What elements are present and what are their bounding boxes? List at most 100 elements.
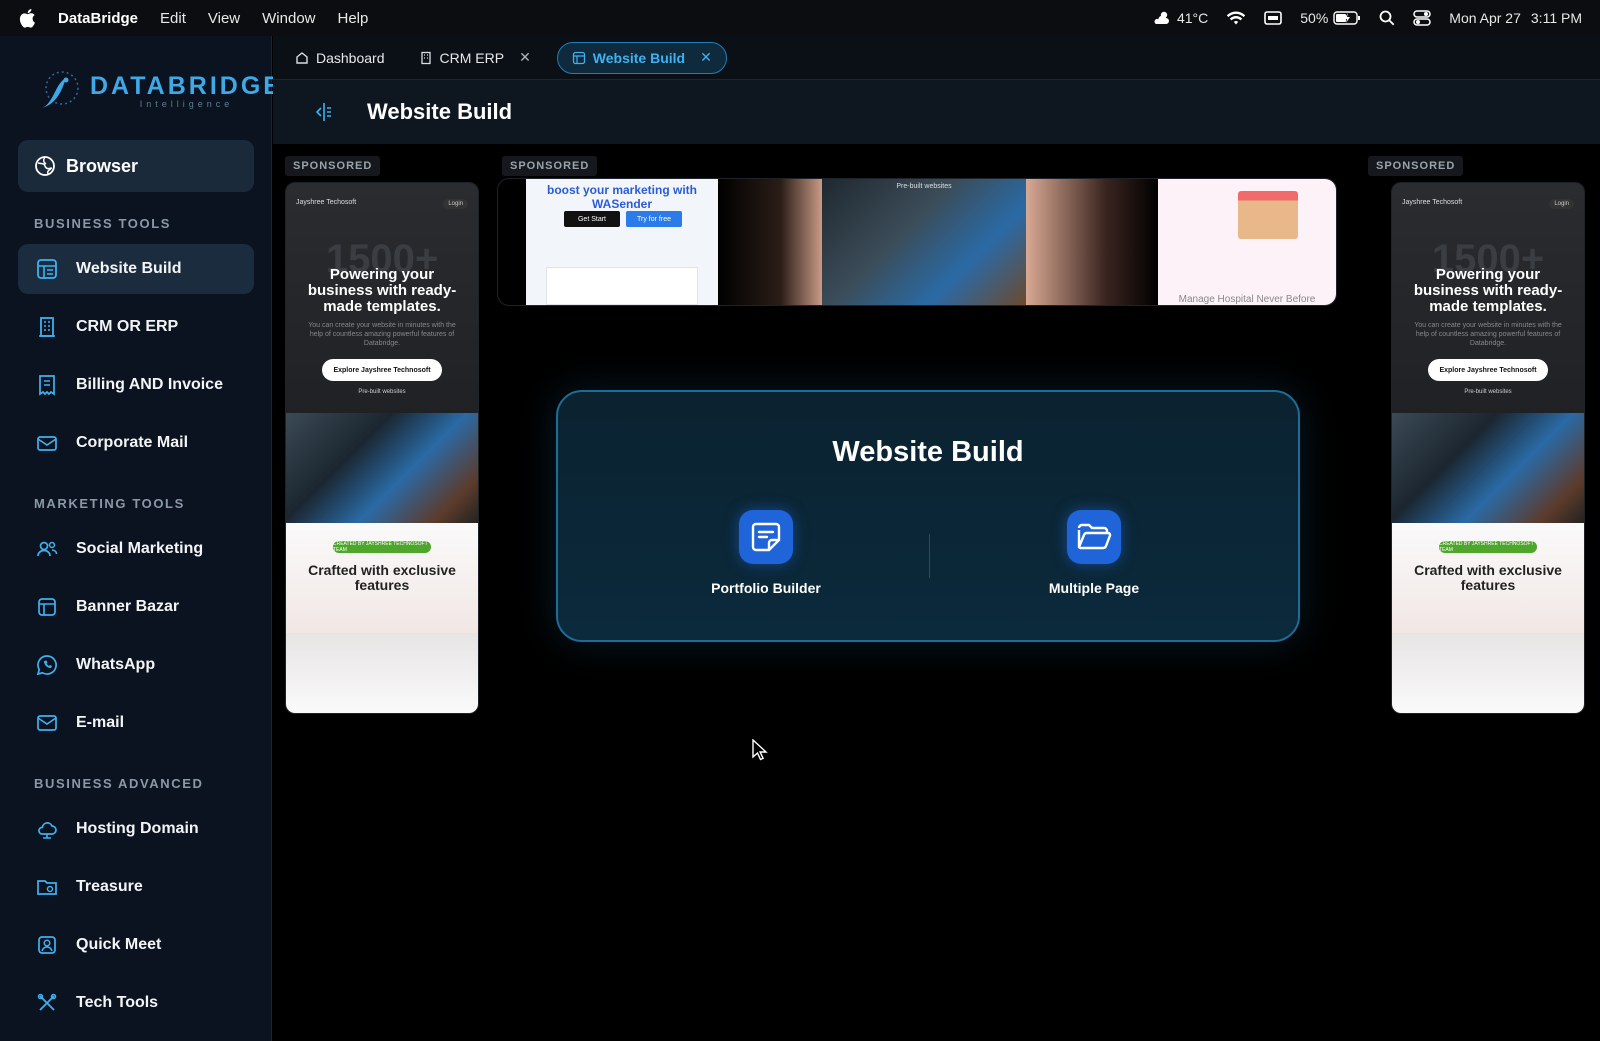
sponsored-ad-right[interactable]: Jayshree Techosoft Login 1500+ Powering … bbox=[1391, 182, 1585, 714]
apple-icon[interactable] bbox=[18, 8, 36, 28]
sponsored-label: SPONSORED bbox=[1368, 156, 1464, 176]
sidebar-item-tech-tools[interactable]: Tech Tools bbox=[18, 978, 254, 1028]
sidebar-item-corporate-mail[interactable]: Corporate Mail bbox=[18, 418, 254, 468]
menu-bar: DataBridge Edit View Window Help 41°C 50… bbox=[0, 0, 1600, 36]
ad-brand: Jayshree Techosoft bbox=[1402, 199, 1463, 206]
menubar-date[interactable]: Mon Apr 27 bbox=[1449, 10, 1521, 26]
ad-crafted: Crafted with exclusive features bbox=[308, 562, 456, 593]
cloud-icon bbox=[38, 822, 57, 839]
sidebar-item-label: WhatsApp bbox=[76, 656, 156, 673]
mail-open-icon bbox=[37, 436, 57, 451]
card-title: Website Build bbox=[832, 436, 1024, 468]
app-logo[interactable]: DATABRIDGE Intelligence bbox=[36, 68, 283, 114]
databridge-logo-icon bbox=[42, 71, 79, 108]
sidebar-item-billing-invoice[interactable]: Billing AND Invoice bbox=[18, 360, 254, 410]
sidebar-item-hosting-domain[interactable]: Hosting Domain bbox=[18, 804, 254, 854]
ad-cta-button[interactable]: Explore Jayshree Technosoft bbox=[322, 359, 442, 381]
sidebar-item-label: Tech Tools bbox=[76, 994, 159, 1011]
ad-subtext: You can create your website in minutes w… bbox=[1414, 322, 1562, 347]
sidebar-item-website-build[interactable]: Website Build bbox=[18, 244, 254, 294]
sidebar-item-label: Billing AND Invoice bbox=[76, 376, 223, 393]
ad-image bbox=[1392, 413, 1584, 523]
sidebar-item-label: CRM OR ERP bbox=[76, 318, 179, 335]
website-build-card: Website Build Portfolio Builder Multiple… bbox=[556, 390, 1300, 642]
close-icon[interactable]: ✕ bbox=[700, 49, 712, 66]
sidebar-item-label: Quick Meet bbox=[76, 936, 162, 953]
collapse-sidebar-icon[interactable] bbox=[313, 101, 335, 123]
users-icon bbox=[37, 541, 58, 557]
battery-percent: 50% bbox=[1300, 10, 1329, 26]
tab-crm-erp[interactable]: CRM ERP ✕ bbox=[411, 42, 539, 74]
ad-crafted: Crafted with exclusive features bbox=[1414, 562, 1562, 593]
battery-charging-icon bbox=[1333, 11, 1361, 25]
layout-icon bbox=[572, 51, 585, 64]
menu-view[interactable]: View bbox=[208, 10, 240, 27]
hospital-building-icon bbox=[1238, 191, 1298, 239]
battery-status[interactable]: 50% bbox=[1300, 10, 1361, 26]
ad-prebuilt: Pre-built websites bbox=[358, 389, 406, 395]
sidebar-item-email[interactable]: E-mail bbox=[18, 698, 254, 748]
menu-window[interactable]: Window bbox=[262, 10, 315, 27]
ad-prebuilt: Pre-built websites bbox=[1464, 389, 1512, 395]
sidebar-item-banner-bazar[interactable]: Banner Bazar bbox=[18, 582, 254, 632]
sidebar-item-label: E-mail bbox=[76, 714, 125, 731]
tab-label: CRM ERP bbox=[439, 49, 505, 66]
sponsored-ad-left[interactable]: Jayshree Techosoft Login 1500+ Powering … bbox=[285, 182, 479, 714]
layout-icon bbox=[37, 259, 57, 279]
weather-status[interactable]: 41°C bbox=[1152, 10, 1208, 26]
globe-icon bbox=[35, 156, 55, 176]
close-icon[interactable]: ✕ bbox=[519, 49, 531, 66]
ad-headline: Powering your business with ready-made t… bbox=[1413, 266, 1563, 315]
sidebar-item-quick-meet[interactable]: Quick Meet bbox=[18, 920, 254, 970]
multiple-page-option[interactable]: Multiple Page bbox=[1004, 510, 1184, 596]
document-icon bbox=[739, 510, 793, 564]
wifi-icon[interactable] bbox=[1226, 10, 1246, 26]
sidebar-item-label: Treasure bbox=[76, 878, 143, 895]
tab-dashboard[interactable]: Dashboard bbox=[287, 42, 393, 74]
ad-hand-image bbox=[718, 179, 822, 305]
cloud-sun-icon bbox=[1154, 11, 1169, 24]
ad-badge: CREATED BY JAYSHREE TECHNOSOFT TEAM bbox=[1439, 541, 1537, 553]
search-icon[interactable] bbox=[1379, 10, 1395, 26]
ad-finger-image bbox=[1026, 179, 1158, 305]
sidebar-item-crm-erp[interactable]: CRM OR ERP bbox=[18, 302, 254, 352]
menu-help[interactable]: Help bbox=[338, 10, 369, 27]
display-icon[interactable] bbox=[1264, 11, 1283, 25]
ad-brand: Jayshree Techosoft bbox=[296, 199, 357, 206]
ad-badge: CREATED BY JAYSHREE TECHNOSOFT TEAM bbox=[333, 541, 431, 553]
invoice-icon bbox=[39, 375, 55, 396]
page-header: Website Build bbox=[273, 80, 1600, 144]
option-label: Multiple Page bbox=[1048, 580, 1140, 596]
ad-hospital-text: Manage Hospital Never Before bbox=[1178, 294, 1316, 305]
logo-tagline: Intelligence bbox=[139, 99, 234, 109]
ad-subtext: You can create your website in minutes w… bbox=[308, 322, 456, 347]
sidebar-item-whatsapp[interactable]: WhatsApp bbox=[18, 640, 254, 690]
browser-button[interactable]: Browser bbox=[18, 140, 254, 192]
tab-website-build[interactable]: Website Build ✕ bbox=[556, 41, 727, 74]
ad-try-free[interactable]: Try for free bbox=[626, 211, 682, 227]
sidebar-item-social-marketing[interactable]: Social Marketing bbox=[18, 524, 254, 574]
portfolio-builder-option[interactable]: Portfolio Builder bbox=[676, 510, 856, 596]
sponsored-ad-banner[interactable]: boost your marketing with WASender Get S… bbox=[497, 178, 1337, 306]
control-center-icon[interactable] bbox=[1413, 10, 1432, 26]
ad-hospital-image: Manage Hospital Never Before bbox=[1158, 179, 1336, 305]
ad-image bbox=[286, 413, 478, 523]
tools-icon bbox=[37, 993, 57, 1011]
ad-cta-button[interactable]: Explore Jayshree Technosoft bbox=[1428, 359, 1548, 381]
tab-label: Website Build bbox=[592, 49, 686, 66]
sidebar-item-treasure[interactable]: Treasure bbox=[18, 862, 254, 912]
menu-app-name[interactable]: DataBridge bbox=[58, 10, 138, 27]
sidebar: DATABRIDGE Intelligence Browser BUSINESS… bbox=[0, 36, 280, 1041]
ad-headline: Powering your business with ready-made t… bbox=[307, 266, 457, 315]
whatsapp-icon bbox=[36, 655, 57, 676]
weather-temp: 41°C bbox=[1176, 10, 1209, 26]
ad-login: Login bbox=[443, 199, 468, 209]
ad-get-start[interactable]: Get Start bbox=[564, 211, 620, 227]
sponsored-label: SPONSORED bbox=[285, 156, 381, 176]
ad-footer bbox=[286, 633, 478, 713]
page-title: Website Build bbox=[367, 99, 513, 124]
menu-edit[interactable]: Edit bbox=[160, 10, 186, 27]
option-label: Portfolio Builder bbox=[711, 580, 821, 596]
menubar-time[interactable]: 3:11 PM bbox=[1531, 10, 1582, 26]
section-business-advanced: BUSINESS ADVANCED bbox=[34, 776, 204, 791]
